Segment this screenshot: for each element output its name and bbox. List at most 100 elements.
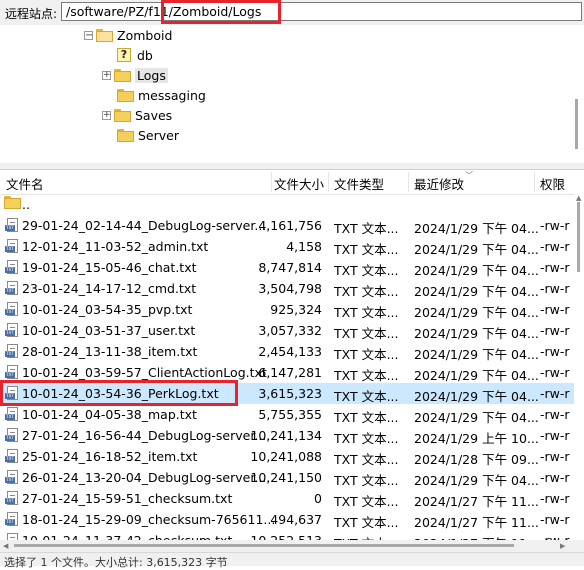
file-row[interactable]: TXT 29-01-24_02-14-44_DebugLog-server....… bbox=[0, 215, 574, 236]
file-permissions: -rw-r bbox=[540, 428, 570, 443]
file-row[interactable]: TXT 10-01-24_03-59-57_ClientActionLog.txt… bbox=[0, 362, 574, 383]
column-divider[interactable] bbox=[271, 172, 272, 192]
file-size: 6,147,281 bbox=[258, 365, 322, 380]
column-header-permissions[interactable]: 权限 bbox=[540, 174, 565, 193]
expand-toggle-icon[interactable]: + bbox=[102, 110, 111, 120]
tree-item-messaging[interactable]: messaging bbox=[117, 85, 206, 105]
file-name: 10-01-24_04-05-38_map.txt bbox=[22, 407, 197, 422]
file-modified: 2024/1/29 下午 04... bbox=[414, 389, 539, 404]
file-row[interactable]: TXT 10-01-24_04-05-38_map.txt 5,755,355 TXT… bbox=[0, 404, 574, 425]
file-size: 925,324 bbox=[270, 302, 322, 317]
scroll-up-arrow-icon[interactable]: ▲ bbox=[576, 194, 581, 202]
file-size: 10,241,150 bbox=[250, 470, 322, 485]
file-list-horizontal-scrollbar[interactable]: ◀ ▶ bbox=[0, 540, 584, 552]
scroll-left-arrow-icon[interactable]: ◀ bbox=[3, 542, 8, 550]
file-row[interactable]: TXT 19-01-24_15-05-46_chat.txt 8,747,814 TX… bbox=[0, 257, 574, 278]
file-row[interactable]: TXT 25-01-24_16-18-52_item.txt 10,241,088 T… bbox=[0, 446, 574, 467]
column-header-type[interactable]: 文件类型 bbox=[334, 174, 384, 193]
file-name: 27-01-24_16-56-44_DebugLog-server.... bbox=[22, 428, 271, 443]
txt-file-icon: TXT bbox=[5, 344, 19, 359]
file-row[interactable]: TXT 18-01-24_15-29-09_checksum-765611... 4… bbox=[0, 509, 574, 530]
file-name: 19-01-24_15-05-46_chat.txt bbox=[22, 260, 197, 275]
file-permissions: -rw-r bbox=[540, 365, 570, 380]
remote-path-input[interactable]: /software/PZ/f11/Zomboid/Logs bbox=[61, 2, 582, 21]
tree-item-saves[interactable]: + Saves bbox=[102, 105, 172, 125]
pane-splitter[interactable] bbox=[0, 163, 584, 170]
file-name: 10-01-24_03-54-36_PerkLog.txt bbox=[22, 386, 219, 401]
file-row[interactable]: TXT 10-01-24_03-54-36_PerkLog.txt 3,615,32… bbox=[0, 383, 574, 404]
column-divider[interactable] bbox=[534, 172, 535, 192]
file-row[interactable]: TXT 28-01-24_13-11-38_item.txt 2,454,133 TX… bbox=[0, 341, 574, 362]
scrollbar-thumb[interactable] bbox=[14, 544, 514, 547]
file-row[interactable]: TXT 12-01-24_11-03-52_admin.txt 4,158 TXT 文… bbox=[0, 236, 574, 257]
column-divider[interactable] bbox=[328, 172, 329, 192]
file-permissions: -rw-r bbox=[540, 260, 570, 275]
file-list-vertical-scrollbar[interactable]: ▲ bbox=[574, 194, 584, 540]
file-type: TXT 文本... bbox=[334, 326, 399, 341]
file-type: TXT 文本... bbox=[334, 494, 399, 509]
tree-item-server[interactable]: Server bbox=[117, 125, 179, 145]
file-modified: 2024/1/29 下午 04... bbox=[414, 347, 539, 362]
txt-file-icon: TXT bbox=[5, 302, 19, 317]
tree-item-logs[interactable]: + Logs bbox=[102, 65, 168, 85]
column-header-size[interactable]: 文件大小 bbox=[274, 174, 324, 193]
file-modified: 2024/1/29 下午 04... bbox=[414, 473, 539, 488]
txt-file-icon: TXT bbox=[5, 491, 19, 506]
file-modified: 2024/1/29 下午 04... bbox=[414, 284, 539, 299]
file-size: 3,057,332 bbox=[258, 323, 322, 338]
file-row[interactable]: TXT10-01-24_11-37-42_checksum.txt 10,252,… bbox=[0, 530, 574, 540]
file-permissions: -rw-r bbox=[540, 239, 570, 254]
file-row[interactable]: TXT 23-01-24_14-17-12_cmd.txt 3,504,798 TXT… bbox=[0, 278, 574, 299]
file-type: TXT 文本... bbox=[334, 431, 399, 446]
file-type: TXT 文本... bbox=[334, 515, 399, 530]
tree-scrollbar[interactable] bbox=[575, 99, 578, 149]
column-header-name[interactable]: 文件名 bbox=[6, 174, 44, 193]
unknown-folder-icon: ? bbox=[117, 48, 131, 62]
txt-file-icon: TXT bbox=[5, 386, 19, 401]
file-permissions: -rw-r bbox=[540, 218, 570, 233]
file-permissions: -rw-r bbox=[540, 386, 570, 401]
file-type: TXT 文本... bbox=[334, 368, 399, 383]
parent-directory-row[interactable]: .. bbox=[0, 194, 574, 215]
file-size: 4,158 bbox=[286, 239, 322, 254]
column-header-modified[interactable]: 最近修改 bbox=[414, 174, 464, 193]
tree-item-zomboid[interactable]: − Zomboid bbox=[84, 25, 172, 45]
file-modified: 2024/1/28 下午 09... bbox=[414, 452, 539, 467]
file-modified: 2024/1/29 下午 04... bbox=[414, 263, 539, 278]
scroll-right-arrow-icon[interactable]: ▶ bbox=[560, 542, 565, 550]
txt-file-icon: TXT bbox=[5, 260, 19, 275]
tree-item-db[interactable]: ? db bbox=[117, 45, 153, 65]
folder-icon bbox=[117, 88, 134, 102]
file-size: 5,755,355 bbox=[258, 407, 322, 422]
remote-path-text: /software/PZ/f11/Zomboid/Logs bbox=[66, 4, 262, 19]
txt-file-icon: TXT bbox=[5, 533, 19, 540]
txt-file-icon: TXT bbox=[5, 407, 19, 422]
file-row[interactable]: TXT 10-01-24_03-51-37_user.txt 3,057,332 TX… bbox=[0, 320, 574, 341]
expand-toggle-icon[interactable]: + bbox=[102, 70, 111, 80]
tree-item-label: Server bbox=[138, 127, 179, 143]
file-row[interactable]: TXT 26-01-24_13-20-04_DebugLog-server....… bbox=[0, 467, 574, 488]
file-modified: 2024/1/27 下午 11... bbox=[414, 533, 539, 540]
file-size: 3,504,798 bbox=[258, 281, 322, 296]
file-size: 4,161,756 bbox=[258, 218, 322, 233]
file-size: 10,252,513 bbox=[250, 533, 322, 540]
file-row[interactable]: TXT 27-01-24_16-56-44_DebugLog-server....… bbox=[0, 425, 574, 446]
file-size: 10,241,134 bbox=[250, 428, 322, 443]
file-type: TXT 文本... bbox=[334, 284, 399, 299]
txt-file-icon: TXT bbox=[5, 470, 19, 485]
file-list-header: 文件名 文件大小 文件类型 ﹀ 最近修改 权限 bbox=[0, 170, 584, 195]
file-permissions: -rw-r bbox=[540, 512, 570, 527]
file-name: 18-01-24_15-29-09_checksum-765611... bbox=[22, 512, 276, 527]
file-size: 0 bbox=[314, 491, 322, 506]
column-divider[interactable] bbox=[408, 172, 409, 192]
file-name: 12-01-24_11-03-52_admin.txt bbox=[22, 239, 209, 254]
scrollbar-thumb[interactable] bbox=[577, 202, 580, 272]
collapse-toggle-icon[interactable]: − bbox=[84, 30, 93, 40]
file-modified: 2024/1/29 下午 04... bbox=[414, 221, 539, 236]
file-row[interactable]: TXT 27-01-24_15-59-51_checksum.txt 0 TXT 文本… bbox=[0, 488, 574, 509]
file-name: 10-01-24_03-54-35_pvp.txt bbox=[22, 302, 193, 317]
file-type: TXT 文本... bbox=[334, 473, 399, 488]
file-row[interactable]: TXT 10-01-24_03-54-35_pvp.txt 925,324 TXT 文… bbox=[0, 299, 574, 320]
file-name: 10-01-24_11-37-42_checksum.txt bbox=[22, 533, 232, 540]
file-name: 28-01-24_13-11-38_item.txt bbox=[22, 344, 198, 359]
